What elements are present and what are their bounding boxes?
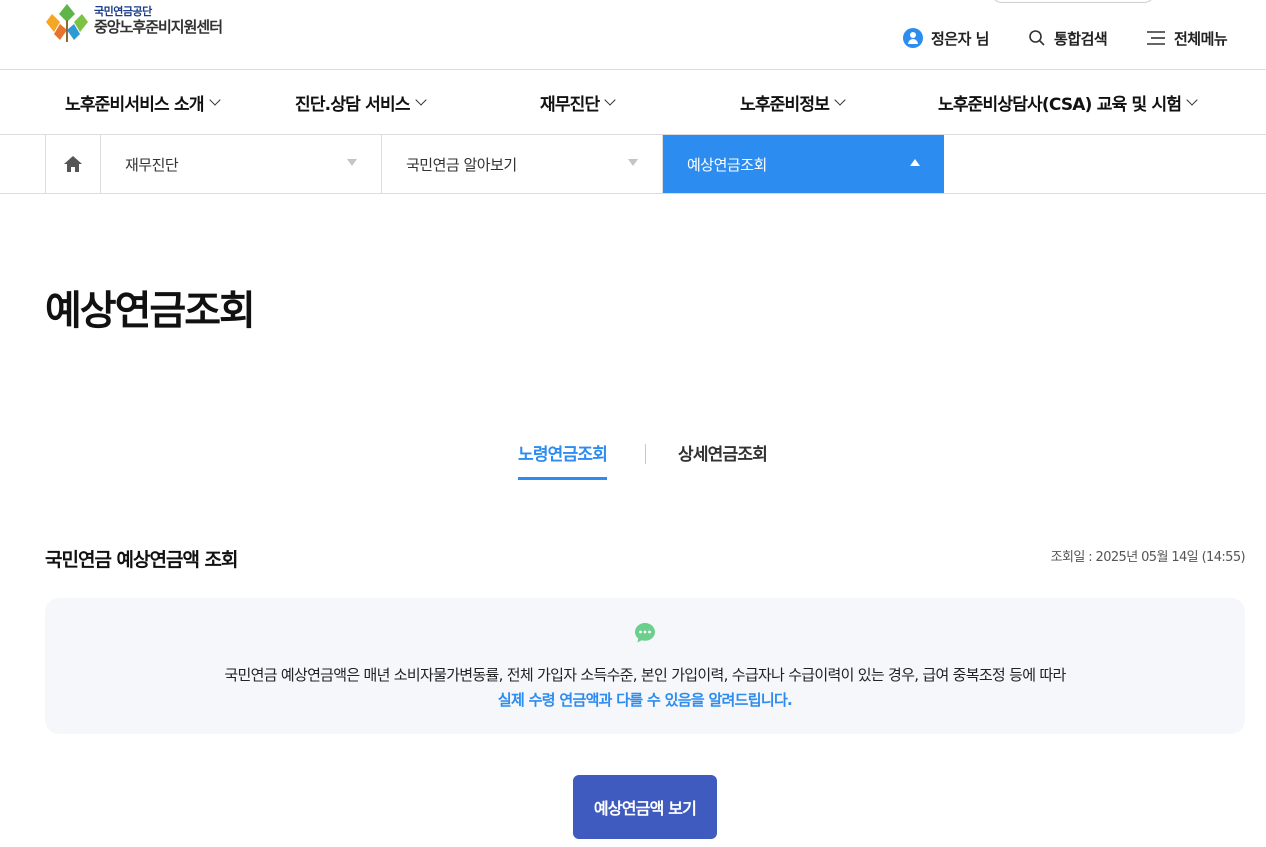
chevron-down-icon: [604, 94, 617, 106]
notice-text: 국민연금 예상연금액은 매년 소비자물가변동률, 전체 가입자 소득수준, 본인…: [224, 666, 1066, 684]
top-header: 국민연금공단 중앙노후준비지원센터 정은자 님 통합검색 전체메뉴: [0, 0, 1266, 70]
dropdown-arrow-icon: [628, 159, 638, 166]
dropdown-arrow-icon: [347, 159, 357, 166]
tab-old-age-pension[interactable]: 노령연금조회: [518, 440, 608, 480]
notice-highlight: 실제 수령 연금액과 다를 수 있음을 알려드립니다.: [497, 691, 793, 709]
section-title: 국민연금 예상연금액 조회: [45, 549, 239, 571]
global-nav: 노후준비서비스 소개 진단.상담 서비스 재무진단 노후준비정보 노후준비상담사…: [0, 70, 1266, 135]
user-icon: [903, 28, 923, 48]
breadcrumb-level3[interactable]: 예상연금조회: [663, 135, 944, 193]
breadcrumb-level1[interactable]: 재무진단: [101, 135, 382, 193]
tab-bar: 노령연금조회 상세연금조회: [0, 436, 1266, 480]
search-box-edge[interactable]: [990, 0, 1156, 3]
gnb-item-csa[interactable]: 노후준비상담사(CSA) 교육 및 시험: [938, 90, 1198, 115]
gnb-label: 재무진단: [540, 95, 600, 115]
logo-center-name: 중앙노후준비지원센터: [94, 18, 223, 36]
gnb-label: 노후준비상담사(CSA) 교육 및 시험: [938, 95, 1182, 115]
gnb-label: 노후준비서비스 소개: [65, 95, 204, 115]
notice-box: 국민연금 예상연금액은 매년 소비자물가변동률, 전체 가입자 소득수준, 본인…: [45, 598, 1245, 734]
hamburger-icon: [1146, 29, 1166, 47]
breadcrumb-label: 예상연금조회: [687, 155, 767, 174]
site-logo[interactable]: 국민연금공단 중앙노후준비지원센터: [44, 0, 223, 44]
breadcrumb-level2[interactable]: 국민연금 알아보기: [382, 135, 663, 193]
gnb-item-info[interactable]: 노후준비정보: [740, 90, 846, 115]
search-label: 통합검색: [1054, 29, 1108, 48]
search-icon: [1028, 29, 1046, 47]
chevron-down-icon: [415, 94, 427, 106]
menu-label: 전체메뉴: [1174, 29, 1228, 48]
view-expected-pension-button[interactable]: 예상연금액 보기: [573, 775, 717, 839]
tab-detailed-pension[interactable]: 상세연금조회: [678, 440, 768, 477]
home-icon: [64, 156, 82, 172]
breadcrumb: 재무진단 국민연금 알아보기 예상연금조회: [0, 135, 1266, 194]
gnb-item-consult[interactable]: 진단.상담 서비스: [295, 90, 427, 115]
chevron-down-icon: [1186, 94, 1198, 106]
user-name: 정은자 님: [931, 29, 989, 48]
integrated-search-button[interactable]: 통합검색: [1028, 26, 1108, 50]
gnb-item-finance[interactable]: 재무진단: [540, 90, 617, 115]
chat-bubble-icon: [635, 623, 655, 643]
all-menu-button[interactable]: 전체메뉴: [1146, 26, 1228, 50]
logo-org-name: 국민연금공단: [94, 5, 152, 18]
logo-icon: [46, 4, 88, 42]
chevron-down-icon: [209, 94, 221, 106]
chevron-down-icon: [834, 94, 846, 106]
breadcrumb-label: 국민연금 알아보기: [406, 155, 517, 174]
home-button[interactable]: [45, 135, 101, 193]
breadcrumb-label: 재무진단: [125, 155, 179, 174]
user-menu[interactable]: 정은자 님: [903, 26, 989, 50]
page-title: 예상연금조회: [45, 288, 256, 334]
query-date: 조회일 : 2025년 05월 14일 (14:55): [1050, 550, 1246, 565]
dropdown-arrow-up-icon: [910, 159, 920, 166]
gnb-label: 노후준비정보: [740, 95, 830, 115]
gnb-item-service-intro[interactable]: 노후준비서비스 소개: [65, 90, 221, 115]
tab-divider: [645, 444, 646, 464]
gnb-label: 진단.상담 서비스: [295, 95, 410, 115]
